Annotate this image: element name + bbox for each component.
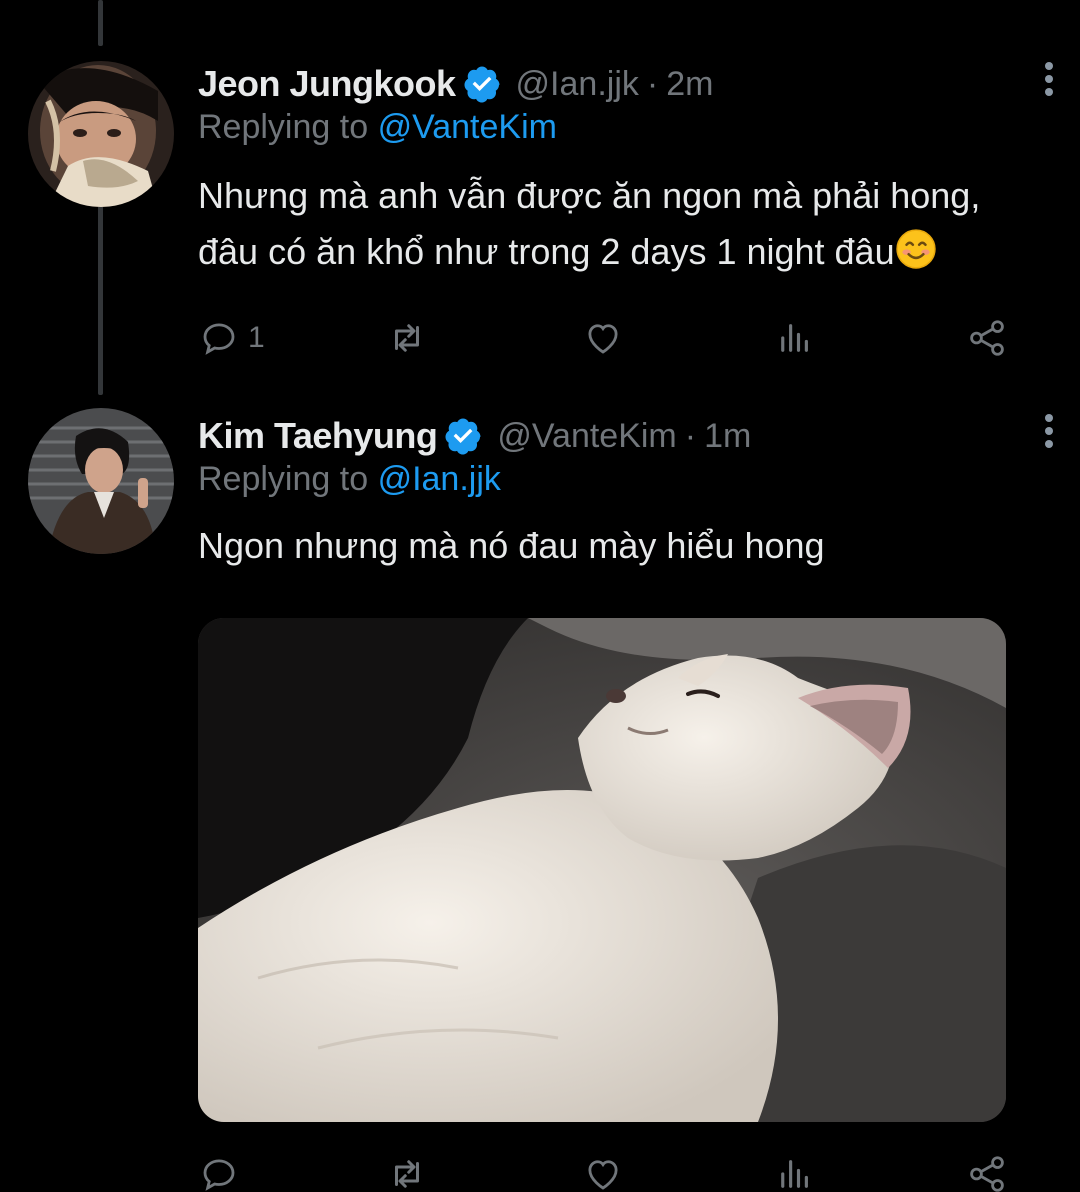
tweet-text-line: Nhưng mà anh vẫn được ăn ngon mà phải ho… bbox=[198, 175, 981, 216]
smiling-face-emoji-icon bbox=[895, 228, 937, 270]
share-icon bbox=[970, 320, 1004, 356]
tweet[interactable]: Kim Taehyung @VanteKim · 1m Replying to … bbox=[0, 408, 1080, 1192]
tweet-body: Jeon Jungkook @Ian.jjk · 2m Replying to … bbox=[198, 56, 1053, 356]
like-button[interactable] bbox=[582, 1150, 624, 1192]
author-avatar[interactable] bbox=[28, 408, 174, 554]
tweet-header: Kim Taehyung @VanteKim · 1m bbox=[198, 408, 1010, 464]
views-chart-icon bbox=[781, 324, 808, 352]
reply-icon bbox=[203, 323, 235, 355]
author-name[interactable]: Kim Taehyung bbox=[198, 415, 438, 457]
heart-icon bbox=[588, 324, 618, 354]
share-icon bbox=[970, 1156, 1004, 1192]
share-button[interactable] bbox=[966, 1150, 1008, 1192]
tweet-timestamp[interactable]: 2m bbox=[666, 65, 713, 104]
tweet[interactable]: Jeon Jungkook @Ian.jjk · 2m Replying to … bbox=[0, 56, 1080, 396]
views-button[interactable] bbox=[774, 314, 816, 362]
author-handle[interactable]: @Ian.jjk bbox=[516, 65, 639, 104]
verified-badge-icon bbox=[462, 64, 502, 104]
like-button[interactable] bbox=[582, 314, 624, 362]
tweet-body: Kim Taehyung @VanteKim · 1m Replying to … bbox=[198, 408, 1053, 1192]
tweet-media-image[interactable] bbox=[198, 618, 1006, 1122]
retweet-icon bbox=[395, 1160, 419, 1188]
views-chart-icon bbox=[781, 1160, 808, 1188]
tweet-actions bbox=[198, 1150, 1010, 1192]
views-button[interactable] bbox=[774, 1150, 816, 1192]
tweet-text-line: đâu có ăn khổ như trong 2 days 1 night đ… bbox=[198, 231, 895, 272]
tweet-thread: Jeon Jungkook @Ian.jjk · 2m Replying to … bbox=[0, 0, 1080, 1192]
retweet-icon bbox=[395, 324, 419, 352]
retweet-button[interactable] bbox=[386, 1150, 428, 1192]
tweet-header: Jeon Jungkook @Ian.jjk · 2m bbox=[198, 56, 1010, 112]
share-button[interactable] bbox=[966, 314, 1008, 362]
reply-count: 1 bbox=[248, 321, 265, 354]
heart-icon bbox=[588, 1160, 618, 1190]
author-name[interactable]: Jeon Jungkook bbox=[198, 63, 456, 105]
thread-connector-line bbox=[98, 0, 103, 46]
more-options-icon[interactable] bbox=[1040, 62, 1058, 102]
replying-to-label: Replying to bbox=[198, 460, 369, 498]
author-avatar[interactable] bbox=[28, 61, 174, 207]
more-options-icon[interactable] bbox=[1040, 414, 1058, 454]
white-cat-photo bbox=[198, 618, 1006, 1122]
tweet-text-line: Ngon nhưng mà nó đau mày hiểu hong bbox=[198, 525, 825, 566]
tweet-text: Ngon nhưng mà nó đau mày hiểu hong bbox=[198, 518, 1010, 574]
tweet-text: Nhưng mà anh vẫn được ăn ngon mà phải ho… bbox=[198, 168, 1010, 280]
tweet-timestamp[interactable]: 1m bbox=[704, 417, 751, 456]
separator-dot: · bbox=[684, 416, 697, 455]
verified-badge-icon bbox=[443, 416, 483, 456]
reply-button[interactable] bbox=[198, 1150, 248, 1192]
reply-icon bbox=[203, 1159, 235, 1191]
tweet-actions: 1 bbox=[198, 314, 1010, 362]
author-handle[interactable]: @VanteKim bbox=[497, 417, 676, 456]
retweet-button[interactable] bbox=[386, 314, 428, 362]
avatar-photo bbox=[28, 408, 174, 554]
separator-dot: · bbox=[646, 64, 659, 103]
reply-button[interactable]: 1 bbox=[198, 314, 265, 362]
replying-to: Replying to @Ian.jjk bbox=[198, 460, 1010, 506]
replying-to: Replying to @VanteKim bbox=[198, 108, 1010, 154]
replying-to-mention[interactable]: @Ian.jjk bbox=[378, 460, 501, 498]
replying-to-mention[interactable]: @VanteKim bbox=[378, 108, 557, 146]
avatar-photo bbox=[28, 61, 174, 207]
replying-to-label: Replying to bbox=[198, 108, 369, 146]
